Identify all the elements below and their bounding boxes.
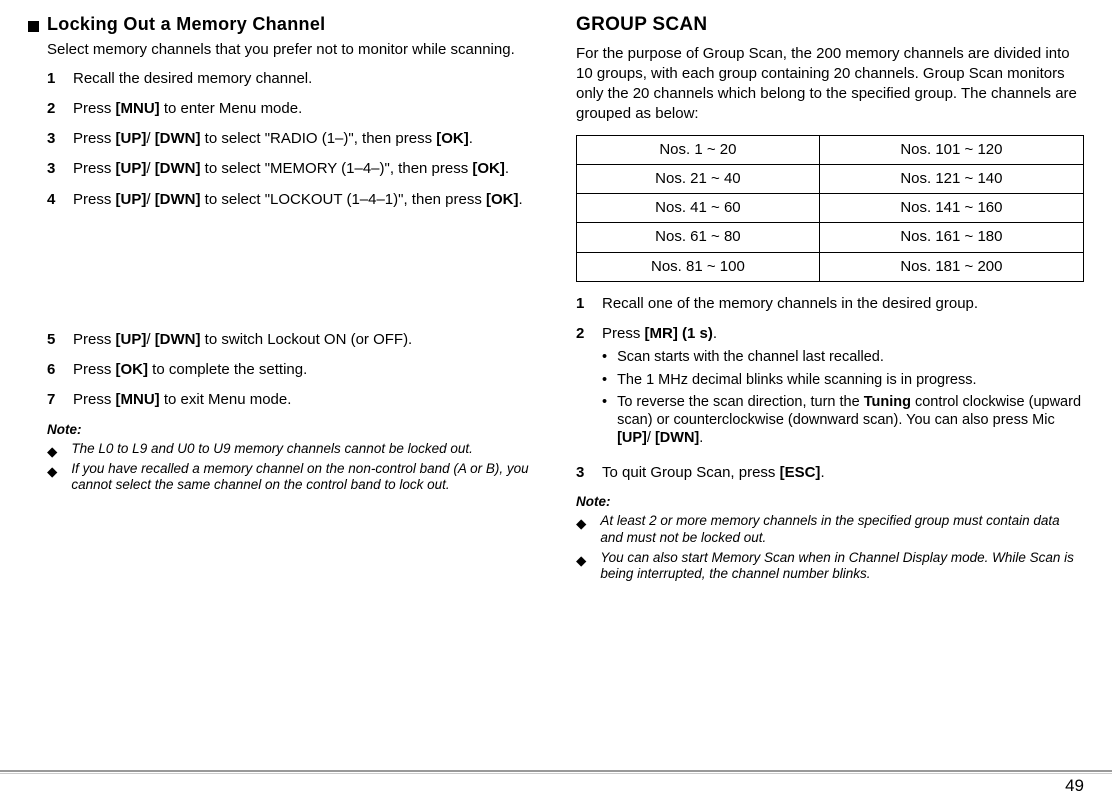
step-number: 5	[47, 330, 59, 350]
bullet-dot-icon: •	[602, 371, 607, 389]
step-number: 7	[47, 390, 59, 410]
step-item: 1 Recall one of the memory channels in th…	[576, 294, 1084, 314]
step-text: Press [UP]/ [DWN] to select "LOCKOUT (1–…	[73, 190, 536, 210]
step-number: 3	[47, 129, 59, 149]
sub-bullet-text: Scan starts with the channel last recall…	[617, 348, 884, 366]
step-number: 2	[47, 99, 59, 119]
sub-bullet-list: • Scan starts with the channel last recal…	[602, 348, 1084, 447]
display-placeholder	[47, 220, 536, 330]
bullet-dot-icon: •	[602, 393, 607, 447]
note-text: If you have recalled a memory channel on…	[71, 461, 536, 493]
step-number: 4	[47, 190, 59, 210]
table-row: Nos. 21 ~ 40Nos. 121 ~ 140	[577, 164, 1084, 193]
sub-bullet-item: • Scan starts with the channel last recal…	[602, 348, 1084, 366]
step-item: 2Press [MR] (1 s).•Scan starts with the …	[576, 324, 1084, 453]
note-text: You can also start Memory Scan when in C…	[600, 550, 1084, 582]
step-text: Press [MR] (1 s).•Scan starts with the c…	[602, 324, 1084, 453]
step-text: Recall the desired memory channel.	[73, 69, 536, 89]
step-item: 7 Press [MNU] to exit Menu mode.	[47, 390, 536, 410]
step-item: 6 Press [OK] to complete the setting.	[47, 360, 536, 380]
left-column: Locking Out a Memory Channel Select memo…	[28, 12, 536, 586]
table-row: Nos. 1 ~ 20Nos. 101 ~ 120	[577, 135, 1084, 164]
table-cell: Nos. 61 ~ 80	[577, 223, 820, 252]
sub-bullet-item: • The 1 MHz decimal blinks while scanning…	[602, 371, 1084, 389]
step-number: 6	[47, 360, 59, 380]
step-item: 1 Recall the desired memory channel.	[47, 69, 536, 89]
note-text: The L0 to L9 and U0 to U9 memory channel…	[71, 441, 473, 457]
step-item: 4 Press [UP]/ [DWN] to select "LOCKOUT (1…	[47, 190, 536, 210]
table-row: Nos. 81 ~ 100Nos. 181 ~ 200	[577, 252, 1084, 281]
table-cell: Nos. 1 ~ 20	[577, 135, 820, 164]
sub-bullet-text: The 1 MHz decimal blinks while scanning …	[617, 371, 976, 389]
table-cell: Nos. 41 ~ 60	[577, 194, 820, 223]
section-header: Locking Out a Memory Channel	[28, 12, 536, 36]
diamond-icon: ◆	[47, 464, 57, 496]
table-cell: Nos. 161 ~ 180	[819, 223, 1083, 252]
step-text: Recall one of the memory channels in the…	[602, 294, 1084, 314]
diamond-icon: ◆	[576, 553, 586, 585]
square-bullet-icon	[28, 21, 39, 32]
step-number: 3	[576, 463, 588, 483]
table-row: Nos. 41 ~ 60Nos. 141 ~ 160	[577, 194, 1084, 223]
right-column: GROUP SCAN For the purpose of Group Scan…	[576, 12, 1084, 586]
steps-list-a: 1 Recall the desired memory channel. 2 Pres…	[47, 69, 536, 210]
step-number: 3	[47, 159, 59, 179]
footer-rule	[0, 770, 1112, 772]
step-text: Press [MNU] to exit Menu mode.	[73, 390, 536, 410]
right-note-list: ◆ At least 2 or more memory channels in t…	[576, 513, 1084, 582]
group-table: Nos. 1 ~ 20Nos. 101 ~ 120Nos. 21 ~ 40Nos…	[576, 135, 1084, 282]
sub-bullet-item: •To reverse the scan direction, turn the…	[602, 393, 1084, 447]
step-number: 1	[47, 69, 59, 89]
table-cell: Nos. 121 ~ 140	[819, 164, 1083, 193]
note-item: ◆ The L0 to L9 and U0 to U9 memory channe…	[47, 441, 536, 457]
step-text: Press [UP]/ [DWN] to switch Lockout ON (…	[73, 330, 536, 350]
step-number: 1	[576, 294, 588, 314]
step-item: 5 Press [UP]/ [DWN] to switch Lockout ON …	[47, 330, 536, 350]
page-number: 49	[1065, 775, 1084, 798]
table-cell: Nos. 21 ~ 40	[577, 164, 820, 193]
bullet-dot-icon: •	[602, 348, 607, 366]
step-item: 2 Press [MNU] to enter Menu mode.	[47, 99, 536, 119]
sub-bullet-text: To reverse the scan direction, turn the …	[617, 393, 1084, 447]
step-item: 3 To quit Group Scan, press [ESC].	[576, 463, 1084, 483]
step-item: 3 Press [UP]/ [DWN] to select "MEMORY (1–…	[47, 159, 536, 179]
step-text: Press [OK] to complete the setting.	[73, 360, 536, 380]
table-cell: Nos. 141 ~ 160	[819, 194, 1083, 223]
group-scan-intro: For the purpose of Group Scan, the 200 m…	[576, 44, 1084, 125]
group-scan-title: GROUP SCAN	[576, 12, 1084, 38]
step-item: 3 Press [UP]/ [DWN] to select "RADIO (1–)…	[47, 129, 536, 149]
diamond-icon: ◆	[47, 444, 57, 460]
step-text: Press [UP]/ [DWN] to select "RADIO (1–)"…	[73, 129, 536, 149]
note-list: ◆ The L0 to L9 and U0 to U9 memory channe…	[47, 441, 536, 494]
step-number: 2	[576, 324, 588, 453]
note-item: ◆ If you have recalled a memory channel o…	[47, 461, 536, 493]
note-text: At least 2 or more memory channels in th…	[600, 513, 1084, 545]
note-item: ◆ You can also start Memory Scan when in …	[576, 550, 1084, 582]
note-label: Note:	[47, 421, 536, 439]
section-intro: Select memory channels that you prefer n…	[47, 40, 536, 60]
steps-list-b: 5 Press [UP]/ [DWN] to switch Lockout ON …	[47, 330, 536, 411]
right-note-label: Note:	[576, 493, 1084, 511]
table-cell: Nos. 181 ~ 200	[819, 252, 1083, 281]
table-cell: Nos. 81 ~ 100	[577, 252, 820, 281]
step-text: Press [MNU] to enter Menu mode.	[73, 99, 536, 119]
diamond-icon: ◆	[576, 516, 586, 548]
note-item: ◆ At least 2 or more memory channels in t…	[576, 513, 1084, 545]
table-row: Nos. 61 ~ 80Nos. 161 ~ 180	[577, 223, 1084, 252]
section-title: Locking Out a Memory Channel	[47, 12, 325, 36]
right-steps-list: 1 Recall one of the memory channels in th…	[576, 294, 1084, 483]
step-text: To quit Group Scan, press [ESC].	[602, 463, 1084, 483]
table-cell: Nos. 101 ~ 120	[819, 135, 1083, 164]
step-text: Press [UP]/ [DWN] to select "MEMORY (1–4…	[73, 159, 536, 179]
